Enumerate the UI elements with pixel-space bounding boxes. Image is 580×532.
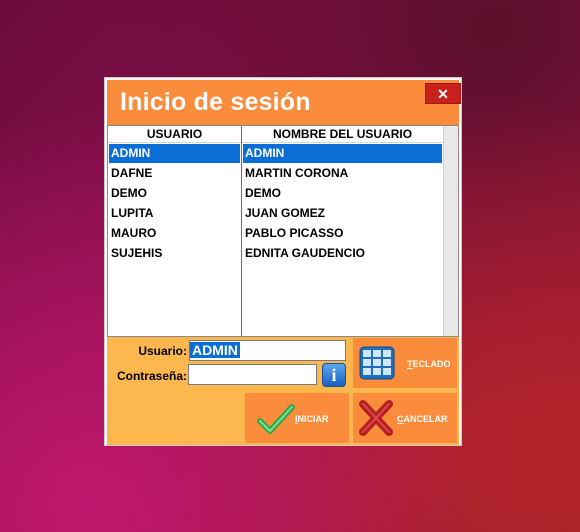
column-header-usuario[interactable]: USUARIO <box>108 126 241 143</box>
cell-nombre: PABLO PICASSO <box>245 226 344 240</box>
cell-nombre: ADMIN <box>243 144 442 163</box>
password-input[interactable] <box>188 364 317 385</box>
keypad-icon <box>359 346 395 380</box>
usuario-label: Usuario: <box>138 344 187 358</box>
teclado-button[interactable]: TECLADO <box>353 338 457 388</box>
cell-usuario: DEMO <box>111 186 147 200</box>
cancelar-button[interactable]: CANCELAR <box>353 393 457 443</box>
list-row[interactable]: DEMO DEMO <box>108 184 443 203</box>
usuario-input-value: ADMIN <box>190 342 240 358</box>
cell-usuario: LUPITA <box>111 206 154 220</box>
teclado-label: TECLADO <box>407 359 451 369</box>
iniciar-button[interactable]: INICIAR <box>245 393 349 443</box>
checkmark-icon <box>257 404 295 434</box>
cell-usuario: MAURO <box>111 226 157 240</box>
usuario-input[interactable]: ADMIN <box>189 340 346 361</box>
title-bar: Inicio de sesión ✕ <box>107 80 461 125</box>
cell-usuario: DAFNE <box>111 166 153 180</box>
dialog-title: Inicio de sesión <box>120 88 311 116</box>
list-row[interactable]: ADMIN ADMIN <box>108 144 443 163</box>
cell-nombre: DEMO <box>245 186 281 200</box>
cell-nombre: JUAN GOMEZ <box>245 206 326 220</box>
close-button[interactable]: ✕ <box>425 83 461 104</box>
info-icon[interactable]: i <box>322 363 346 387</box>
cell-usuario: ADMIN <box>109 144 240 163</box>
cell-nombre: MARTIN CORONA <box>245 166 349 180</box>
close-icon: ✕ <box>437 86 449 102</box>
cell-usuario: SUJEHIS <box>111 246 163 260</box>
list-row[interactable]: SUJEHIS EDNITA GAUDENCIO <box>108 244 443 263</box>
cancelar-label: CANCELAR <box>397 414 448 424</box>
users-listview[interactable]: USUARIO NOMBRE DEL USUARIO ADMIN ADMIN D… <box>107 125 459 337</box>
column-header-nombre[interactable]: NOMBRE DEL USUARIO <box>242 126 443 143</box>
vertical-scrollbar[interactable] <box>443 126 458 336</box>
cell-nombre: EDNITA GAUDENCIO <box>245 246 365 260</box>
list-row[interactable]: DAFNE MARTIN CORONA <box>108 164 443 183</box>
list-row[interactable]: LUPITA JUAN GOMEZ <box>108 204 443 223</box>
password-label: Contraseña: <box>116 369 187 383</box>
iniciar-label: INICIAR <box>295 414 329 424</box>
list-row[interactable]: MAURO PABLO PICASSO <box>108 224 443 243</box>
cancel-x-icon <box>359 400 393 436</box>
login-dialog: Inicio de sesión ✕ USUARIO NOMBRE DEL US… <box>104 77 462 446</box>
login-form-panel: Usuario: ADMIN Contraseña: i TECLADO INI… <box>107 337 459 445</box>
